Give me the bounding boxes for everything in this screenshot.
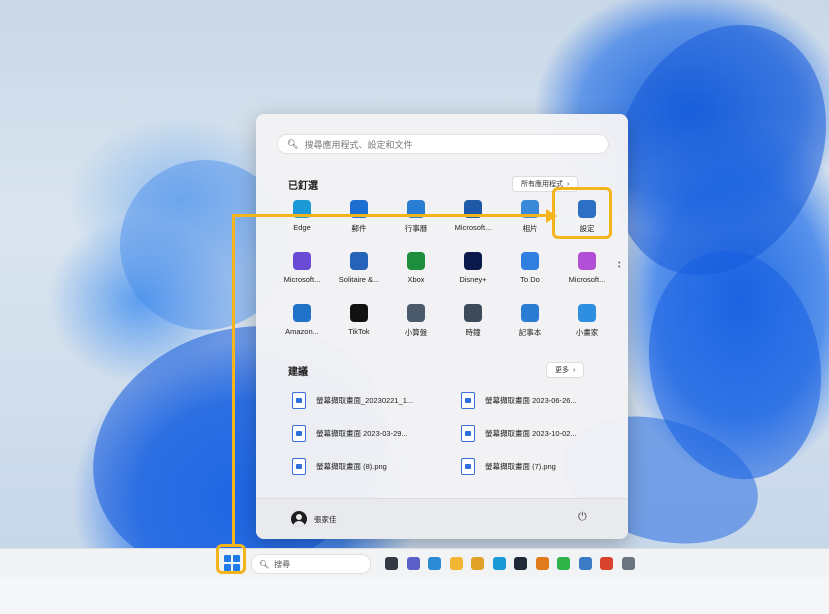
recommended-file-name: 螢幕擷取畫面 2023-06-26... — [485, 395, 577, 405]
pinned-app-tile[interactable]: Solitaire &... — [331, 250, 387, 292]
pinned-app-label: Microsoft... — [454, 223, 492, 232]
clock-icon — [464, 304, 482, 322]
recommended-file-item[interactable]: 螢幕擷取畫面 (7).png — [461, 456, 621, 476]
pinned-app-tile[interactable]: 郵件 — [331, 198, 387, 240]
pinned-app-tile[interactable]: Xbox — [388, 250, 444, 292]
calculator-icon — [407, 304, 425, 322]
chat-icon[interactable] — [406, 557, 420, 570]
guide-line-vertical — [232, 214, 235, 545]
pinned-app-tile[interactable]: Edge — [274, 198, 330, 240]
app-icon-red[interactable] — [600, 557, 613, 570]
tiktok-icon — [350, 304, 368, 322]
search-icon: 🔍︎ — [259, 559, 270, 569]
chevron-right-icon: › — [573, 366, 576, 374]
more-button[interactable]: 更多 › — [546, 362, 585, 378]
pinned-app-tile[interactable]: Microsoft... — [274, 250, 330, 292]
recommended-file-name: 螢幕擷取畫面 2023-03-29... — [316, 428, 408, 438]
power-icon[interactable]: ⏻ — [578, 511, 587, 524]
office-icon — [578, 252, 596, 270]
paint-icon — [578, 304, 596, 322]
pinned-app-label: Amazon... — [285, 327, 319, 336]
pinned-app-label: Disney+ — [459, 275, 487, 284]
settings-highlight-box — [552, 187, 612, 239]
amazon-icon — [293, 304, 311, 322]
image-file-icon — [461, 391, 475, 409]
pinned-app-label: Xbox — [407, 275, 425, 284]
pinned-app-label: Microsoft... — [283, 275, 321, 284]
pinned-app-label: 小算盤 — [404, 328, 428, 337]
image-file-icon — [292, 391, 306, 409]
pinned-app-label: 小畫家 — [575, 328, 599, 337]
guide-arrow-head — [546, 209, 557, 223]
taskbar: 🔍︎ 搜尋 — [0, 548, 829, 578]
pinned-app-label: Solitaire &... — [338, 275, 380, 284]
recommended-file-name: 螢幕擷取畫面 2023-10-02... — [485, 428, 577, 438]
recommended-file-item[interactable]: 螢幕擷取畫面 2023-10-02... — [461, 423, 621, 443]
pinned-app-label: 郵件 — [351, 224, 367, 233]
pinned-app-label: TikTok — [348, 327, 370, 336]
edge-taskbar-icon[interactable] — [492, 557, 506, 570]
user-avatar-icon — [291, 511, 307, 527]
pinned-app-label: 相片 — [522, 224, 538, 233]
image-file-icon — [461, 457, 475, 475]
pinned-app-tile[interactable]: Microsoft... — [445, 198, 501, 240]
pinned-app-label: 行事曆 — [404, 224, 428, 233]
recommended-file-item[interactable]: 螢幕擷取畫面 2023-06-26... — [461, 390, 621, 410]
search-icon: 🔍︎ — [287, 138, 299, 149]
recommended-section-title: 建議 — [288, 367, 308, 378]
recommended-file-item[interactable]: 螢幕擷取畫面_20230221_1... — [292, 390, 452, 410]
recommended-file-name: 螢幕擷取畫面 (8).png — [316, 461, 387, 471]
pinned-section-title: 已釘選 — [288, 181, 318, 192]
image-file-icon — [292, 457, 306, 475]
pinned-app-label: Microsoft... — [568, 275, 606, 284]
more-label: 更多 — [555, 367, 569, 374]
line-icon[interactable] — [557, 557, 570, 570]
recommended-file-item[interactable]: 螢幕擷取畫面 2023-03-29... — [292, 423, 452, 443]
search-placeholder: 搜尋應用程式、設定和文件 — [304, 139, 413, 150]
app-icon-gray[interactable] — [621, 557, 635, 570]
pinned-app-label: Edge — [293, 223, 311, 232]
image-file-icon — [461, 424, 475, 442]
taskbar-search-box[interactable]: 🔍︎ 搜尋 — [251, 554, 371, 574]
app-icon-orange[interactable] — [535, 557, 549, 570]
app-icon-blue[interactable] — [578, 557, 592, 570]
pinned-app-tile[interactable]: 記事本 — [502, 302, 558, 344]
recommended-file-name: 螢幕擷取畫面 (7).png — [485, 461, 556, 471]
pinned-app-tile[interactable]: Microsoft... — [559, 250, 615, 292]
pinned-app-label: 時鐘 — [465, 328, 481, 337]
pinned-app-tile[interactable]: 小畫家 — [559, 302, 615, 344]
user-name: 張家佳 — [314, 515, 337, 524]
start-search-box[interactable]: 🔍︎ 搜尋應用程式、設定和文件 — [277, 134, 609, 154]
pinned-app-tile[interactable]: Amazon... — [274, 302, 330, 344]
taskbar-search-label: 搜尋 — [274, 559, 291, 569]
disney-icon — [464, 252, 482, 270]
start-button-highlight-box — [216, 544, 246, 574]
start-menu: 🔍︎ 搜尋應用程式、設定和文件 已釘選 所有應用程式 › Edge 郵件 行事曆 Mi… — [256, 114, 628, 539]
solitaire-icon — [350, 252, 368, 270]
start-menu-footer: 張家佳 ⏻ — [256, 498, 628, 539]
notepad-icon — [521, 304, 539, 322]
recommended-file-item[interactable]: 螢幕擷取畫面 (8).png — [292, 456, 452, 476]
guide-line-horizontal — [232, 214, 548, 217]
pinned-app-label: 記事本 — [518, 328, 542, 337]
pinned-app-label: To Do — [520, 275, 540, 284]
pinned-app-tile[interactable]: 小算盤 — [388, 302, 444, 344]
pinned-app-tile[interactable]: To Do — [502, 250, 558, 292]
pinned-app-tile[interactable]: 時鐘 — [445, 302, 501, 344]
image-file-icon — [292, 424, 306, 442]
xbox-icon — [407, 252, 425, 270]
pinned-app-tile[interactable]: 行事曆 — [388, 198, 444, 240]
task-view-icon[interactable] — [385, 557, 398, 570]
chrome-icon[interactable] — [471, 557, 484, 570]
pinned-app-tile[interactable]: TikTok — [331, 302, 387, 344]
recommended-file-name: 螢幕擷取畫面_20230221_1... — [316, 395, 414, 405]
page-indicator-dots[interactable]: • • — [618, 260, 620, 271]
widgets-icon[interactable] — [428, 557, 441, 570]
pinned-app-tile[interactable]: Disney+ — [445, 250, 501, 292]
clipchamp-icon — [293, 252, 311, 270]
app-icon-dark[interactable] — [514, 557, 527, 570]
file-explorer-icon[interactable] — [449, 557, 463, 570]
todo-check-icon — [521, 252, 539, 270]
